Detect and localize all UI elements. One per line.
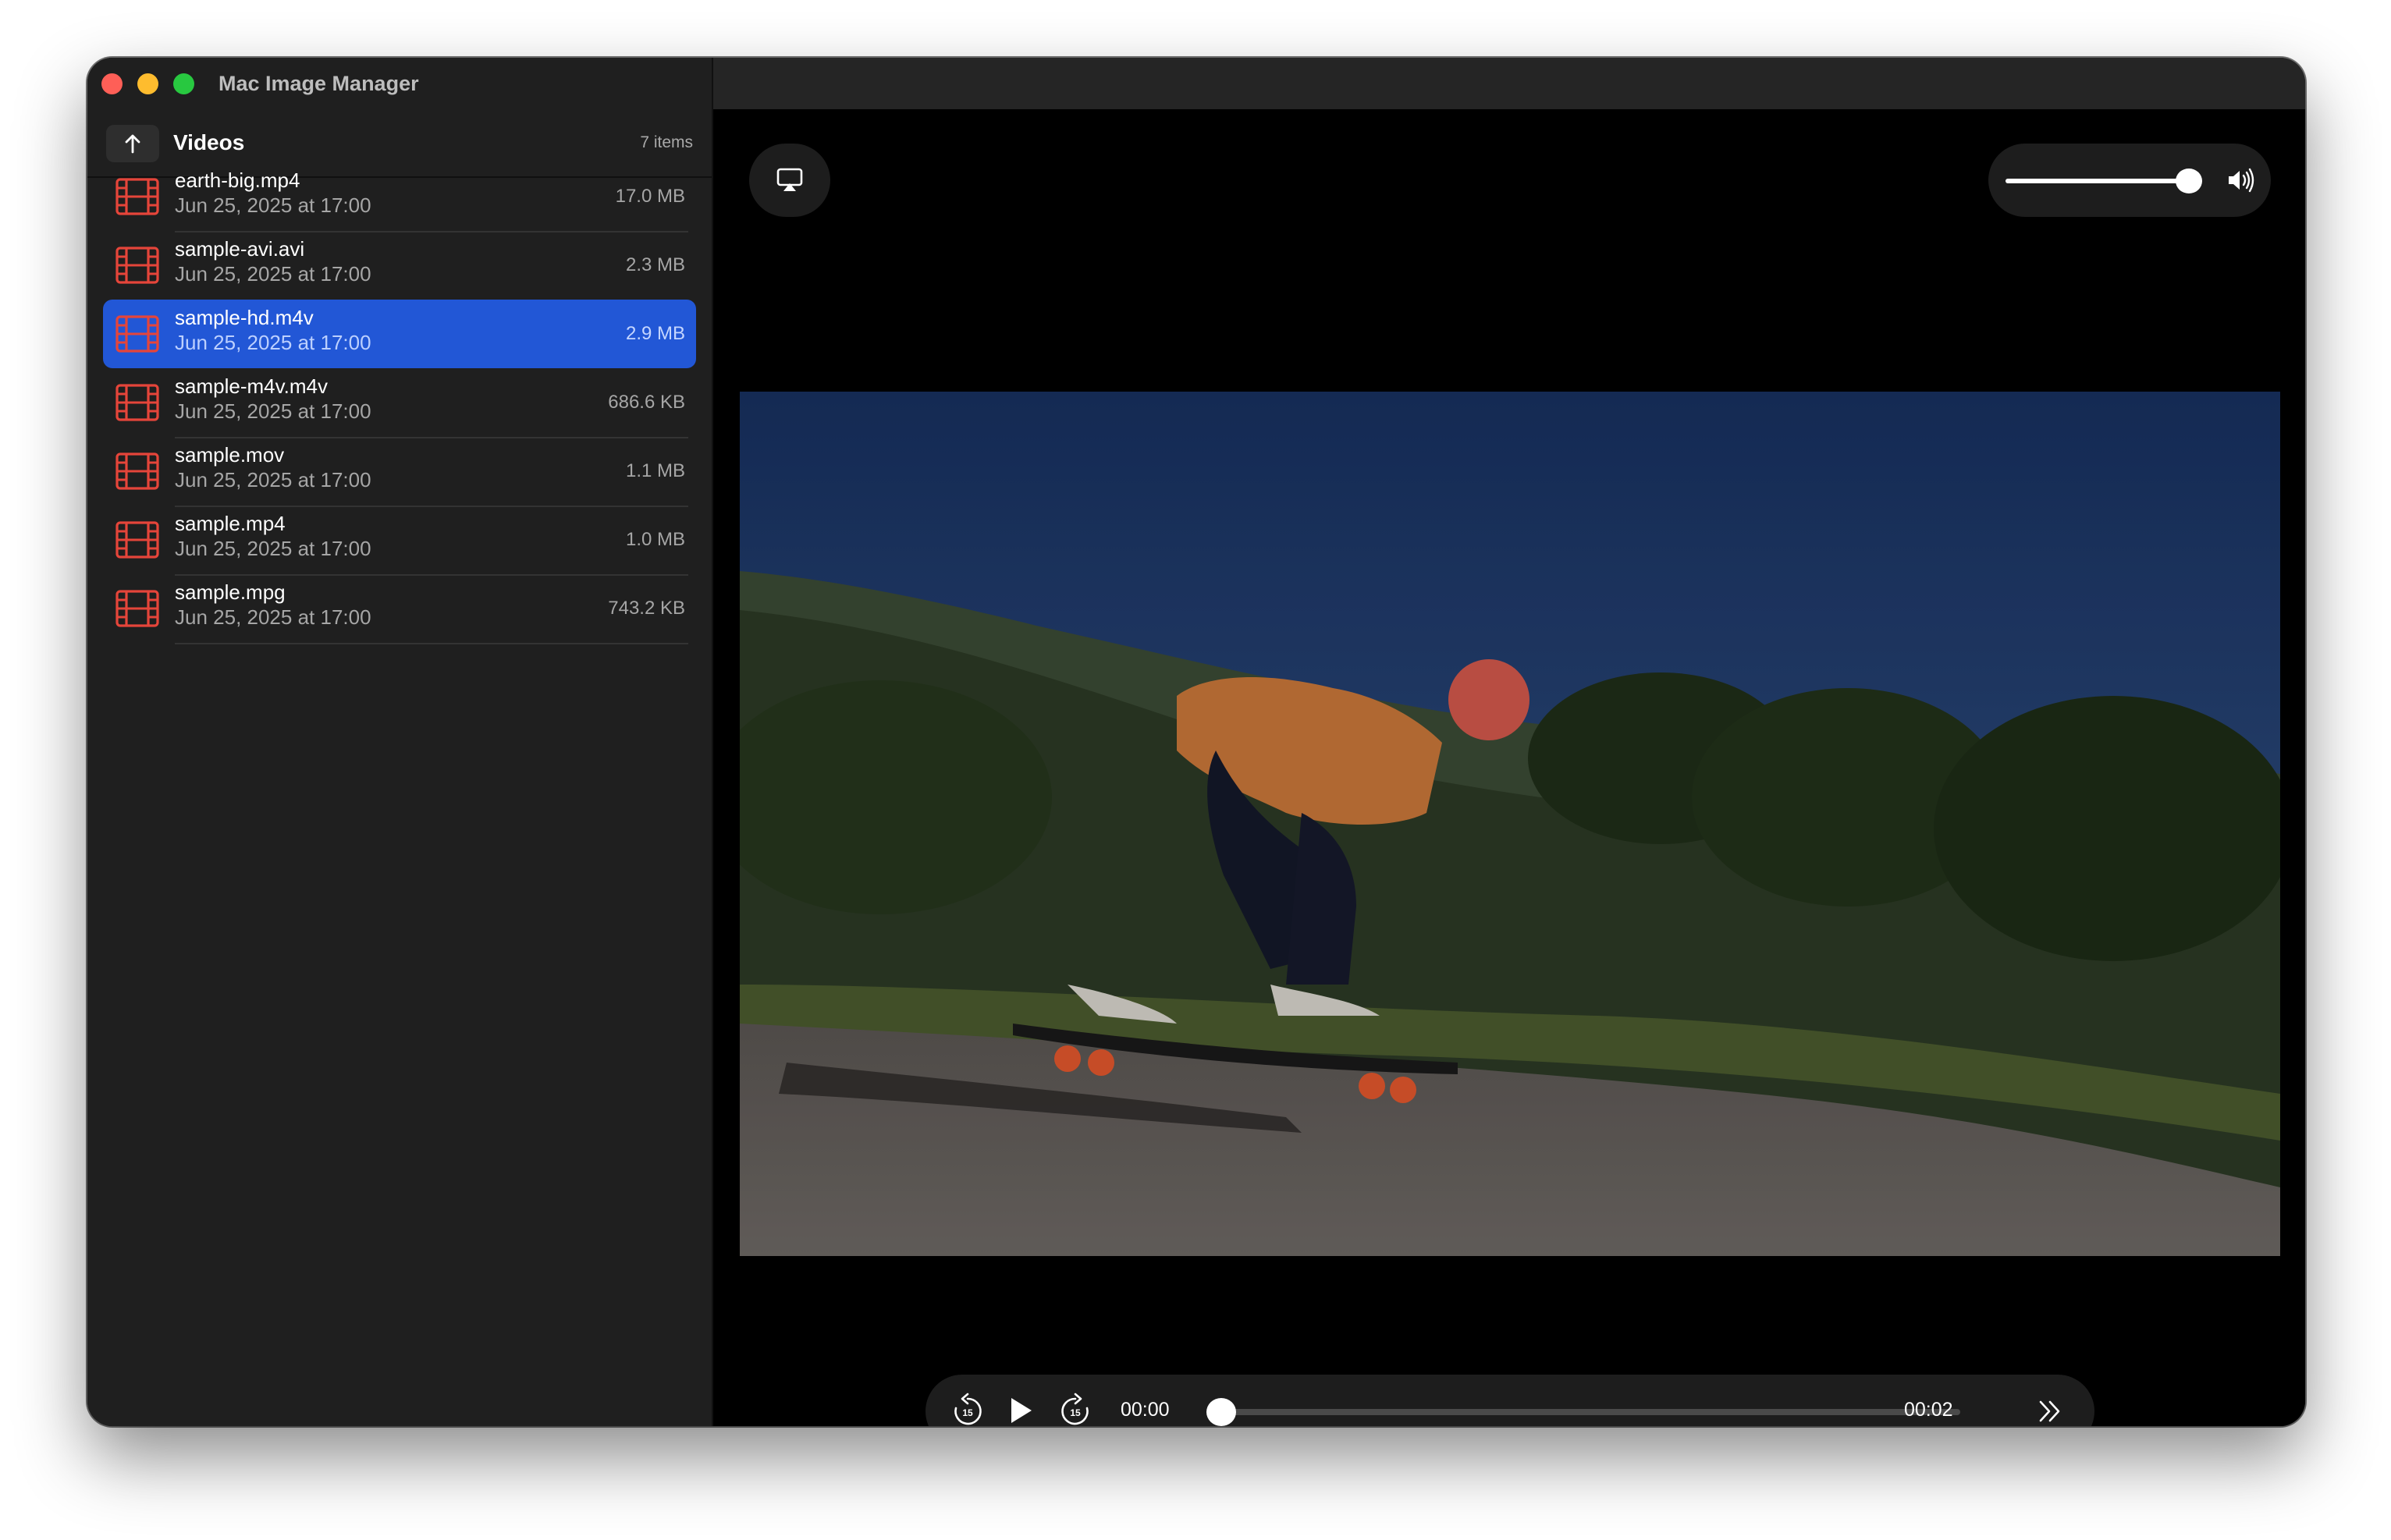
file-date: Jun 25, 2025 at 17:00 [175, 331, 371, 354]
play-icon[interactable] [1007, 1395, 1035, 1426]
film-icon [115, 452, 159, 490]
window-controls [101, 73, 194, 94]
file-date: Jun 25, 2025 at 17:00 [175, 605, 371, 629]
file-name: sample.mov [175, 443, 285, 467]
file-row[interactable]: sample.mpg Jun 25, 2025 at 17:00 743.2 KB [103, 574, 696, 644]
app-window: Videos 7 items earth-big.mp4 Jun 25, 2025… [87, 58, 2305, 1426]
volume-knob[interactable] [2176, 169, 2202, 193]
svg-text:15: 15 [1070, 1407, 1081, 1418]
file-name: sample.mpg [175, 580, 286, 604]
film-icon [115, 315, 159, 353]
playback-scrubber[interactable] [1206, 1398, 1960, 1426]
zoom-button[interactable] [173, 73, 194, 94]
file-size: 1.0 MB [625, 529, 685, 550]
file-row[interactable]: sample-avi.avi Jun 25, 2025 at 17:00 2.3 M… [103, 231, 696, 300]
film-icon [115, 590, 159, 627]
file-date: Jun 25, 2025 at 17:00 [175, 262, 371, 286]
file-size: 2.3 MB [625, 254, 685, 275]
skip-back-15-icon[interactable]: 15 [950, 1392, 985, 1426]
airplay-button[interactable] [749, 144, 830, 217]
file-size: 1.1 MB [625, 460, 685, 481]
folder-title: Videos [173, 130, 245, 154]
video-player: 15 15 00:00 00:02 [713, 109, 2305, 1426]
file-name: sample-hd.m4v [175, 306, 314, 329]
file-date: Jun 25, 2025 at 17:00 [175, 399, 371, 423]
volume-level [2006, 179, 2202, 183]
film-icon [115, 521, 159, 559]
current-time: 00:00 [1121, 1399, 1170, 1421]
transport-bar: 15 15 00:00 00:02 [925, 1375, 2094, 1426]
duration: 00:02 [1904, 1399, 1953, 1421]
window-title: Mac Image Manager [218, 72, 419, 95]
file-row[interactable]: earth-big.mp4 Jun 25, 2025 at 17:00 17.0 M… [103, 162, 696, 232]
scrubber-knob[interactable] [1206, 1398, 1236, 1426]
video-frame[interactable] [740, 392, 2280, 1256]
file-name: sample-avi.avi [175, 237, 305, 261]
speaker-wave-icon[interactable] [2227, 167, 2257, 193]
svg-text:15: 15 [962, 1407, 973, 1418]
sidebar: Videos 7 items earth-big.mp4 Jun 25, 2025… [87, 58, 713, 1426]
film-icon [115, 247, 159, 284]
file-date: Jun 25, 2025 at 17:00 [175, 537, 371, 560]
file-date: Jun 25, 2025 at 17:00 [175, 468, 371, 491]
close-button[interactable] [101, 73, 123, 94]
file-row[interactable]: sample-m4v.m4v Jun 25, 2025 at 17:00 686.6… [103, 368, 696, 438]
file-row[interactable]: sample-hd.m4v Jun 25, 2025 at 17:00 2.9 MB [103, 300, 696, 368]
volume-control [1988, 144, 2271, 217]
file-name: sample.mp4 [175, 512, 286, 535]
file-size: 17.0 MB [615, 186, 685, 207]
minimize-button[interactable] [137, 73, 158, 94]
chevron-double-right-icon[interactable] [2037, 1398, 2063, 1425]
row-divider [175, 643, 688, 644]
file-row[interactable]: sample.mov Jun 25, 2025 at 17:00 1.1 MB [103, 437, 696, 507]
file-size: 743.2 KB [608, 598, 685, 619]
film-icon [115, 384, 159, 421]
arrow-up-icon [125, 134, 140, 154]
file-name: sample-m4v.m4v [175, 374, 329, 398]
film-icon [115, 178, 159, 215]
item-count: 7 items [640, 133, 693, 151]
airplay-icon [776, 168, 803, 191]
navigate-up-button[interactable] [106, 125, 159, 162]
file-name: earth-big.mp4 [175, 169, 300, 192]
volume-slider[interactable] [2006, 169, 2202, 193]
file-date: Jun 25, 2025 at 17:00 [175, 193, 371, 217]
skip-forward-15-icon[interactable]: 15 [1058, 1392, 1092, 1426]
video-image [740, 392, 2280, 1256]
file-size: 686.6 KB [608, 392, 685, 413]
file-size: 2.9 MB [625, 323, 685, 344]
file-row[interactable]: sample.mp4 Jun 25, 2025 at 17:00 1.0 MB [103, 506, 696, 576]
